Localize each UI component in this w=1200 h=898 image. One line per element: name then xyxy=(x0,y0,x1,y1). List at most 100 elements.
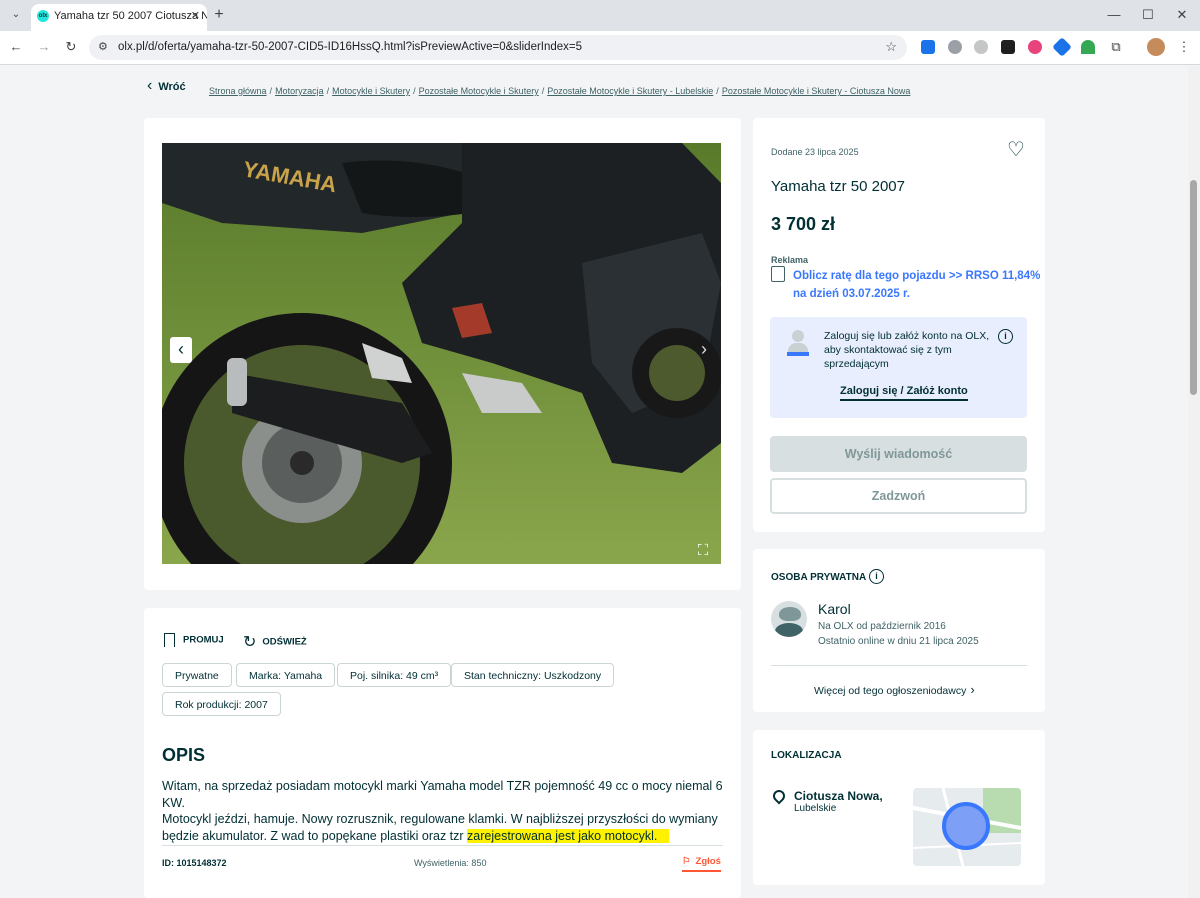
extension-4-icon[interactable] xyxy=(1001,40,1015,54)
more-ads-label: Więcej od tego ogłoszeniodawcy xyxy=(814,685,967,697)
login-prompt-line: Zaloguj się lub załóż konto na OLX, xyxy=(824,330,990,342)
chevron-left-icon: ‹ xyxy=(147,77,153,94)
location-city: Ciotusza Nowa, xyxy=(794,789,883,803)
param-chip: Stan techniczny: Uszkodzony xyxy=(451,663,615,687)
chevron-right-icon: › xyxy=(970,682,975,697)
highlighted-text: zarejestrowana jest jako motocykl. xyxy=(467,828,670,843)
breadcrumb-item[interactable]: Pozostałe Motocykle i Skutery - Ciotusza… xyxy=(722,86,911,96)
loan-link-line2: na dzień 03.07.2025 r. xyxy=(793,288,910,300)
breadcrumb-item[interactable]: Motocykle i Skutery xyxy=(332,86,410,96)
fullscreen-icon[interactable]: ⛶ xyxy=(693,541,713,561)
close-tab-icon[interactable]: ✕ xyxy=(191,9,200,22)
breadcrumb-item[interactable]: Pozostałe Motocykle i Skutery xyxy=(419,86,539,96)
maximize-icon[interactable]: ☐ xyxy=(1140,7,1156,23)
extensions-icon[interactable]: ⧉ xyxy=(1108,39,1124,55)
extension-2-icon[interactable] xyxy=(948,40,962,54)
refresh-button[interactable]: ↻ ODŚWIEŻ xyxy=(243,632,307,652)
report-link[interactable]: ⚐ Zgłoś xyxy=(682,856,721,872)
loan-calculator-link[interactable]: Oblicz ratę dla tego pojazdu >> RRSO 11,… xyxy=(793,267,1040,303)
close-icon[interactable]: ✕ xyxy=(1174,7,1190,23)
seller-name[interactable]: Karol xyxy=(818,601,851,617)
location-map[interactable] xyxy=(913,788,1021,866)
location-section-title: LOKALIZACJA xyxy=(771,750,842,761)
call-button[interactable]: Zadzwoń xyxy=(770,478,1027,514)
info-icon[interactable]: i xyxy=(998,329,1013,344)
site-info-icon[interactable]: ⚙ xyxy=(98,40,108,53)
address-bar[interactable]: ⚙ olx.pl/d/oferta/yamaha-tzr-50-2007-CID… xyxy=(89,35,907,60)
browser-menu-icon[interactable]: ⋮ xyxy=(1176,39,1192,55)
promote-button[interactable]: PROMUJ xyxy=(164,633,224,647)
login-prompt-line: aby skontaktować się z tym xyxy=(824,344,952,356)
avatar xyxy=(771,601,807,637)
refresh-icon: ↻ xyxy=(243,634,257,651)
added-date: Dodane 23 lipca 2025 xyxy=(771,147,859,157)
param-chip: Marka: Yamaha xyxy=(236,663,336,687)
back-link[interactable]: ‹ Wróć xyxy=(147,77,186,95)
listing-id: ID: 1015148372 xyxy=(162,858,227,868)
login-link[interactable]: Zaloguj się / Załóż konto xyxy=(840,385,968,401)
breadcrumb: Strona główna / Motoryzacja / Motocykle i Sk… xyxy=(209,86,911,96)
description-text: Witam, na sprzedaż posiadam motocykl mar… xyxy=(162,778,727,844)
description-line-text: będzie akumulator. Z wad to popękane pla… xyxy=(162,828,468,843)
map-thumbnail xyxy=(913,788,1021,866)
login-prompt-text: Zaloguj się lub załóż konto na OLX, aby … xyxy=(824,329,989,371)
extension-1-icon[interactable] xyxy=(921,40,935,54)
forward-icon[interactable]: → xyxy=(36,39,52,55)
breadcrumb-item[interactable]: Strona główna xyxy=(209,86,267,96)
back-icon[interactable]: ← xyxy=(8,39,24,55)
more-ads-link[interactable]: Więcej od tego ogłoszeniodawcy › xyxy=(814,682,975,697)
calculator-icon xyxy=(771,266,785,282)
listing-title: Yamaha tzr 50 2007 xyxy=(771,178,905,195)
login-prompt-line: sprzedającym xyxy=(824,358,889,370)
divider xyxy=(771,665,1027,666)
browser-tab[interactable]: olx Yamaha tzr 50 2007 Ciotusza N ✕ xyxy=(31,4,207,31)
promote-label: PROMUJ xyxy=(183,634,224,646)
browser-tab-bar: ⌄ olx Yamaha tzr 50 2007 Ciotusza N ✕ + … xyxy=(0,0,1200,31)
refresh-label: ODŚWIEŻ xyxy=(262,636,307,648)
extension-5-icon[interactable] xyxy=(1028,40,1042,54)
star-icon[interactable]: ☆ xyxy=(885,39,897,55)
description-line: Witam, na sprzedaż posiadam motocykl mar… xyxy=(162,779,723,810)
report-label: Zgłoś xyxy=(695,856,721,867)
view-count: Wyświetlenia: 850 xyxy=(414,858,487,868)
description-line: będzie akumulator. Z wad to popękane pla… xyxy=(162,828,727,845)
minimize-icon[interactable]: — xyxy=(1106,7,1122,23)
description-line: Motocykl jeździ, hamuje. Nowy rozrusznik… xyxy=(162,812,718,826)
param-chip: Poj. silnika: 49 cm³ xyxy=(337,663,452,687)
prev-image-button[interactable]: ‹ xyxy=(170,337,192,363)
url-text: olx.pl/d/oferta/yamaha-tzr-50-2007-CID5-… xyxy=(118,41,583,53)
description-card xyxy=(144,608,741,898)
seller-last-online: Ostatnio online w dniu 21 lipca 2025 xyxy=(818,636,979,647)
seller-since: Na OLX od październik 2016 xyxy=(818,621,946,632)
scrollbar-thumb[interactable] xyxy=(1190,180,1197,395)
tab-list-icon[interactable]: ⌄ xyxy=(8,7,24,23)
bookmark-icon xyxy=(164,633,175,647)
ad-label: Reklama xyxy=(771,255,809,265)
heart-icon[interactable]: ♡ xyxy=(1007,139,1025,161)
send-message-button[interactable]: Wyślij wiadomość xyxy=(770,436,1027,472)
reload-icon[interactable]: ↻ xyxy=(63,39,79,55)
divider xyxy=(162,845,723,846)
breadcrumb-item[interactable]: Pozostałe Motocykle i Skutery - Lubelski… xyxy=(547,86,713,96)
motorcycle-photo: YAMAHA xyxy=(162,143,721,564)
param-chip: Rok produkcji: 2007 xyxy=(162,692,281,716)
profile-avatar[interactable] xyxy=(1147,38,1165,56)
location-region: Lubelskie xyxy=(794,803,837,814)
param-chip: Prywatne xyxy=(162,663,232,687)
extension-7-icon[interactable] xyxy=(1081,40,1095,54)
info-icon[interactable]: i xyxy=(869,569,884,584)
flag-icon: ⚐ xyxy=(682,856,691,867)
extension-3-icon[interactable] xyxy=(974,40,988,54)
tab-title: Yamaha tzr 50 2007 Ciotusza N xyxy=(54,10,207,22)
back-label: Wróć xyxy=(158,81,186,93)
loan-link-line1: Oblicz ratę dla tego pojazdu >> RRSO 11,… xyxy=(793,270,1041,282)
user-illustration-icon xyxy=(787,330,809,356)
next-image-button[interactable]: › xyxy=(693,337,715,363)
listing-photo[interactable]: YAMAHA xyxy=(162,143,721,564)
olx-favicon: olx xyxy=(37,10,49,22)
seller-section-title: OSOBA PRYWATNA xyxy=(771,572,867,583)
description-heading: OPIS xyxy=(162,745,206,765)
breadcrumb-item[interactable]: Motoryzacja xyxy=(275,86,324,96)
new-tab-icon[interactable]: + xyxy=(211,7,227,23)
listing-price: 3 700 zł xyxy=(771,214,836,234)
